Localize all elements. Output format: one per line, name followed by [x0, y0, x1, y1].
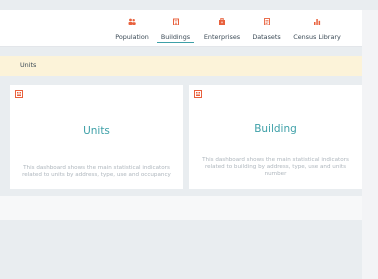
top-navigation-bar: Population Buildings Enterprises Dataset… — [0, 10, 362, 47]
card-description: This dashboard shows the main statistica… — [22, 165, 171, 178]
vertical-scrollbar[interactable] — [362, 10, 378, 279]
nav-item-census-library[interactable]: Census Library — [292, 10, 342, 46]
dataset-icon — [263, 18, 270, 25]
dashboard-icon — [194, 90, 202, 98]
dashboard-card-units[interactable]: Units This dashboard shows the main stat… — [10, 85, 183, 189]
dashboard-icon — [15, 90, 23, 98]
nav-item-datasets[interactable]: Datasets — [251, 10, 282, 46]
nav-label: Population — [115, 33, 149, 41]
building-icon — [172, 18, 179, 25]
nav-label: Datasets — [252, 33, 281, 41]
nav-label: Enterprises — [203, 33, 241, 41]
card-description: This dashboard shows the main statistica… — [202, 157, 349, 177]
people-icon — [128, 18, 136, 25]
breadcrumb: Units — [0, 56, 362, 76]
breadcrumb-label: Units — [20, 61, 37, 69]
nav-item-population[interactable]: Population — [112, 10, 152, 46]
empty-section — [0, 196, 362, 220]
enterprise-icon — [219, 18, 225, 25]
chart-icon — [314, 19, 321, 25]
nav-item-buildings[interactable]: Buildings — [157, 10, 194, 46]
card-title: Building — [254, 123, 297, 135]
nav-label: Census Library — [293, 33, 341, 41]
card-title: Units — [83, 125, 110, 137]
nav-item-enterprises[interactable]: Enterprises — [201, 10, 243, 46]
nav-label: Buildings — [160, 33, 191, 41]
page-background: Population Buildings Enterprises Dataset… — [0, 0, 378, 279]
dashboard-card-building[interactable]: Building This dashboard shows the main s… — [189, 85, 362, 189]
active-tab-indicator — [157, 41, 194, 43]
